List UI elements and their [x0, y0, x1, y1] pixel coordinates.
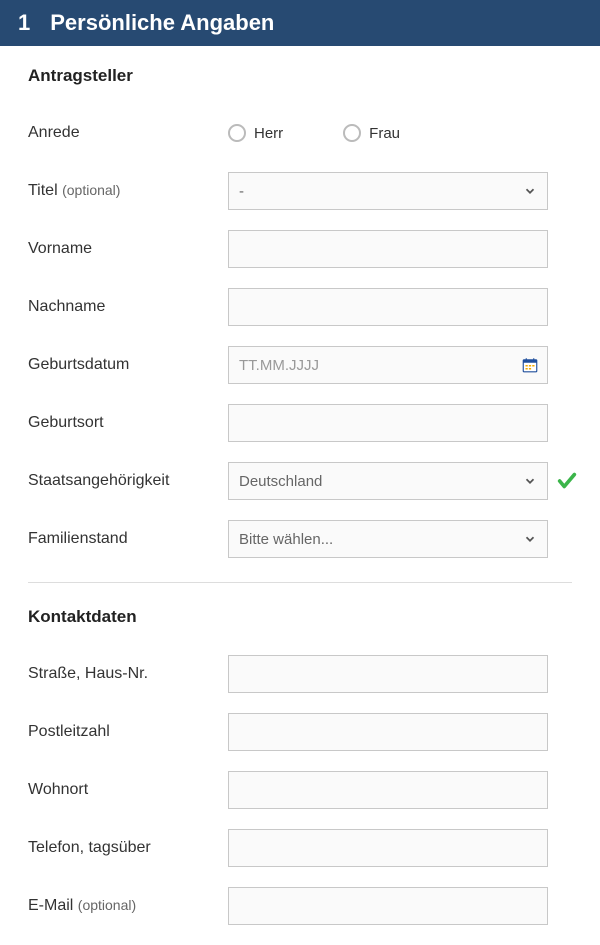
label-geburtsdatum: Geburtsdatum	[28, 356, 228, 374]
chevron-down-icon	[523, 474, 537, 488]
label-nachname: Nachname	[28, 298, 228, 316]
calendar-icon[interactable]	[521, 356, 539, 374]
label-wohnort: Wohnort	[28, 781, 228, 799]
label-geburtsort: Geburtsort	[28, 414, 228, 432]
row-wohnort: Wohnort	[28, 771, 572, 809]
label-titel: Titel (optional)	[28, 182, 228, 200]
input-telefon[interactable]	[228, 829, 548, 867]
radio-frau[interactable]: Frau	[343, 124, 400, 142]
label-anrede: Anrede	[28, 124, 228, 142]
select-titel[interactable]: -	[228, 172, 548, 210]
radio-herr[interactable]: Herr	[228, 124, 283, 142]
chevron-down-icon	[523, 532, 537, 546]
input-wohnort[interactable]	[228, 771, 548, 809]
row-email: E-Mail (optional)	[28, 887, 572, 925]
row-anrede: Anrede Herr Frau	[28, 114, 572, 152]
divider	[28, 582, 572, 583]
label-email: E-Mail (optional)	[28, 897, 228, 915]
row-geburtsdatum: Geburtsdatum TT.MM.JJJJ	[28, 346, 572, 384]
row-staat: Staatsangehörigkeit Deutschland	[28, 462, 572, 500]
row-strasse: Straße, Haus-Nr.	[28, 655, 572, 693]
checkmark-icon	[556, 470, 578, 492]
radio-circle-icon	[228, 124, 246, 142]
label-telefon: Telefon, tagsüber	[28, 839, 228, 857]
date-placeholder: TT.MM.JJJJ	[239, 357, 319, 374]
select-staat-value: Deutschland	[239, 473, 322, 490]
input-strasse[interactable]	[228, 655, 548, 693]
radio-herr-label: Herr	[254, 125, 283, 142]
input-geburtsdatum[interactable]: TT.MM.JJJJ	[228, 346, 548, 384]
section-number: 1	[18, 10, 30, 36]
label-plz: Postleitzahl	[28, 723, 228, 741]
input-geburtsort[interactable]	[228, 404, 548, 442]
radio-frau-label: Frau	[369, 125, 400, 142]
select-familienstand[interactable]: Bitte wählen...	[228, 520, 548, 558]
label-familienstand: Familienstand	[28, 530, 228, 548]
section-header: 1 Persönliche Angaben	[0, 0, 600, 46]
label-strasse: Straße, Haus-Nr.	[28, 665, 228, 683]
select-familienstand-value: Bitte wählen...	[239, 531, 333, 548]
row-geburtsort: Geburtsort	[28, 404, 572, 442]
row-titel: Titel (optional) -	[28, 172, 572, 210]
input-vorname[interactable]	[228, 230, 548, 268]
row-familienstand: Familienstand Bitte wählen...	[28, 520, 572, 558]
subsection-antragsteller: Antragsteller	[28, 66, 572, 86]
radio-circle-icon	[343, 124, 361, 142]
row-telefon: Telefon, tagsüber	[28, 829, 572, 867]
form-content: Antragsteller Anrede Herr Frau Titel (op…	[0, 46, 600, 925]
row-plz: Postleitzahl	[28, 713, 572, 751]
anrede-radio-group: Herr Frau	[228, 124, 400, 142]
label-staat: Staatsangehörigkeit	[28, 472, 228, 490]
select-staat[interactable]: Deutschland	[228, 462, 548, 500]
chevron-down-icon	[523, 184, 537, 198]
label-vorname: Vorname	[28, 240, 228, 258]
row-nachname: Nachname	[28, 288, 572, 326]
select-titel-value: -	[239, 183, 244, 200]
subsection-kontaktdaten: Kontaktdaten	[28, 607, 572, 627]
section-title: Persönliche Angaben	[50, 10, 274, 36]
input-plz[interactable]	[228, 713, 548, 751]
input-nachname[interactable]	[228, 288, 548, 326]
input-email[interactable]	[228, 887, 548, 925]
row-vorname: Vorname	[28, 230, 572, 268]
